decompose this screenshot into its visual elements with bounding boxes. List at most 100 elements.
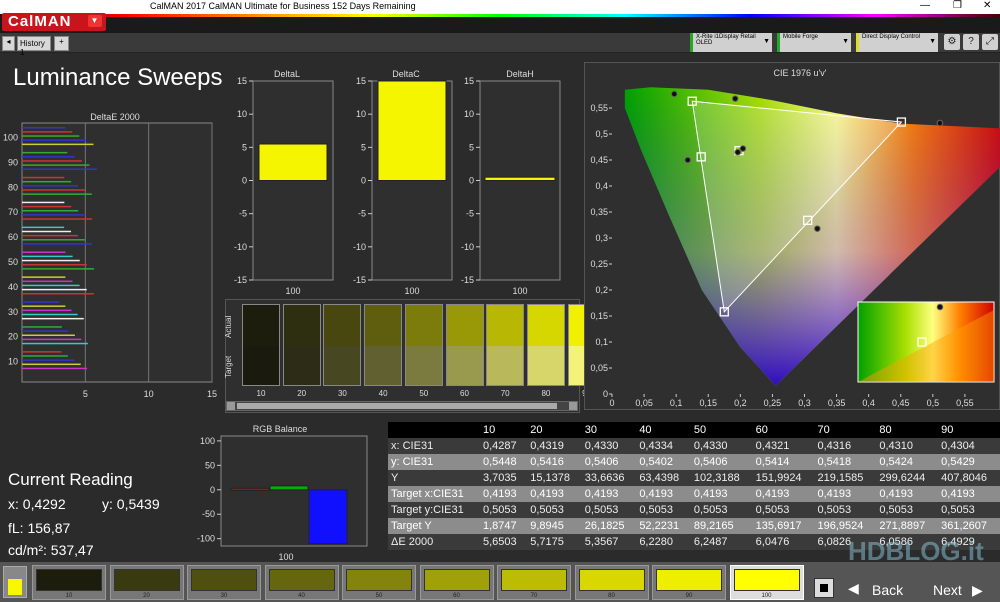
- table-cell: 1,8747: [480, 518, 528, 534]
- delta-y-tick: -15: [234, 275, 247, 285]
- rgb-balance-chart: 100 50 0 -50 -100 100: [197, 435, 368, 562]
- table-row: y: CIE31 0,5448 0,5416 0,5406 0,5402 0,5406 0,…: [388, 454, 1000, 470]
- cie-measured-point: [814, 225, 821, 232]
- deltae-bar: [22, 156, 75, 158]
- restore-icon[interactable]: ❐: [953, 0, 962, 11]
- footer-swatch-color: [733, 569, 800, 591]
- cie-x-tick: 0,25: [764, 398, 782, 408]
- settings-icon[interactable]: ⚙: [944, 34, 960, 50]
- swatch-label: 70: [500, 389, 510, 398]
- deltae-bar: [22, 326, 62, 328]
- table-cell: 63,4398: [636, 470, 691, 486]
- footer-swatch-button[interactable]: 70: [497, 565, 571, 600]
- table-cell: 15,1378: [527, 470, 582, 486]
- cie-x-tick: 0,5: [927, 398, 940, 408]
- cie-measured-point: [936, 119, 944, 127]
- footer-swatch-button[interactable]: 30: [187, 565, 261, 600]
- scroll-left-icon[interactable]: [227, 402, 235, 410]
- footer-swatch-button[interactable]: 20: [109, 565, 184, 600]
- footer-swatch-button[interactable]: 50: [342, 565, 416, 600]
- back-arrow-icon[interactable]: ◀: [848, 580, 859, 597]
- deltae-y-tick: 20: [8, 332, 18, 342]
- table-header-cell: 40: [636, 422, 691, 438]
- delta-y-tick: 0: [242, 176, 247, 186]
- table-row-label: x: CIE31: [388, 438, 480, 454]
- next-button[interactable]: Next: [933, 582, 962, 598]
- meter-mode: OLED: [696, 40, 713, 46]
- table-cell: 271,8897: [876, 518, 939, 534]
- scroll-thumb[interactable]: [237, 403, 557, 409]
- footer-swatch-button[interactable]: 90: [652, 565, 726, 600]
- deltae-bar: [22, 135, 80, 137]
- display-selector[interactable]: Direct Display Control ▼: [856, 33, 938, 52]
- delta-y-tick: 15: [464, 76, 474, 86]
- actual-swatch: [283, 305, 320, 346]
- footer-swatch-button[interactable]: 60: [419, 565, 494, 600]
- source-selector[interactable]: Mobile Forge ▼: [777, 33, 851, 52]
- deltae-bar: [22, 313, 78, 316]
- source-name: Mobile Forge: [783, 34, 819, 40]
- window-title: CalMAN 2017 CalMAN Ultimate for Business…: [150, 1, 416, 11]
- chevron-down-icon[interactable]: ▼: [88, 15, 102, 27]
- swatch-label: 30: [337, 389, 347, 398]
- footer-swatch-button[interactable]: 80: [574, 565, 649, 600]
- chevron-down-icon: ▼: [842, 38, 849, 45]
- minimize-icon[interactable]: —: [920, 0, 930, 11]
- table-row: Target Y 1,8747 9,8945 26,1825 52,2231 89,216…: [388, 518, 1000, 534]
- deltae-bar: [22, 205, 72, 208]
- footer-swatch-button[interactable]: 40: [264, 565, 339, 600]
- deltae-y-tick: 70: [8, 207, 18, 217]
- deltae-bar: [22, 160, 83, 162]
- meter-selector[interactable]: X-Rite i1Display Retail OLED ▼: [690, 33, 772, 52]
- deltae-bar: [22, 305, 66, 307]
- table-cell: 0,5053: [480, 502, 528, 518]
- delta-y-tick: 0: [361, 176, 366, 186]
- cie-x-tick: 0,35: [828, 398, 846, 408]
- scroll-left-button[interactable]: ◂: [2, 36, 15, 51]
- deltae-bar: [22, 143, 94, 146]
- deltae-y-tick: 30: [8, 307, 18, 317]
- table-cell: 407,8046: [938, 470, 1000, 486]
- footer-swatch-button[interactable]: 100: [729, 565, 804, 600]
- table-header-cell: 80: [876, 422, 939, 438]
- delta-y-tick: 15: [237, 76, 247, 86]
- back-button[interactable]: Back: [872, 582, 903, 598]
- deltae-bar: [22, 151, 68, 154]
- swatch-label: 80: [541, 389, 551, 398]
- cie-x-tick: 0,55: [956, 398, 974, 408]
- add-tab-button[interactable]: +: [54, 36, 69, 51]
- stop-button[interactable]: [814, 578, 834, 598]
- table-cell: 6,0476: [752, 534, 815, 550]
- swatch-label: 60: [460, 389, 469, 398]
- table-cell: 0,4193: [938, 486, 1000, 502]
- table-cell: 0,4334: [636, 438, 691, 454]
- deltae-bar: [22, 214, 86, 216]
- next-arrow-icon[interactable]: ▶: [972, 582, 983, 599]
- watermark-logo: HDBLOG.it: [848, 536, 984, 566]
- table-cell: 5,6503: [480, 534, 528, 550]
- table-cell: 6,2487: [690, 534, 753, 550]
- window-titlebar: CalMAN 2017 CalMAN Ultimate for Business…: [0, 0, 1000, 14]
- help-icon[interactable]: ?: [963, 34, 979, 50]
- table-header-cell: [388, 422, 480, 438]
- swatch-scrollbar[interactable]: [226, 401, 578, 411]
- current-swatch-toggle[interactable]: [3, 566, 27, 598]
- deltae-bar: [22, 234, 78, 237]
- footer-swatch-button[interactable]: 10: [32, 565, 106, 600]
- tab-history-1[interactable]: History 1: [17, 36, 51, 57]
- rgb-bar: [269, 485, 309, 491]
- deltae-bar: [22, 355, 68, 357]
- footer-swatch-label: 10: [65, 593, 73, 599]
- expand-icon[interactable]: ⤢: [982, 34, 998, 50]
- target-row-label: Target: [224, 355, 233, 379]
- app-logo-button[interactable]: CalMAN ▼: [2, 13, 106, 31]
- cie-measured-point: [731, 95, 739, 102]
- table-header-cell: 30: [581, 422, 637, 438]
- deltae-bar: [22, 363, 81, 366]
- delta-y-tick: -5: [239, 209, 247, 219]
- table-cell: 52,2231: [636, 518, 691, 534]
- scroll-right-icon[interactable]: [569, 402, 577, 410]
- close-icon[interactable]: ✕: [983, 0, 991, 11]
- deltae-bar: [22, 251, 66, 253]
- footer-swatch-label: 80: [608, 593, 615, 599]
